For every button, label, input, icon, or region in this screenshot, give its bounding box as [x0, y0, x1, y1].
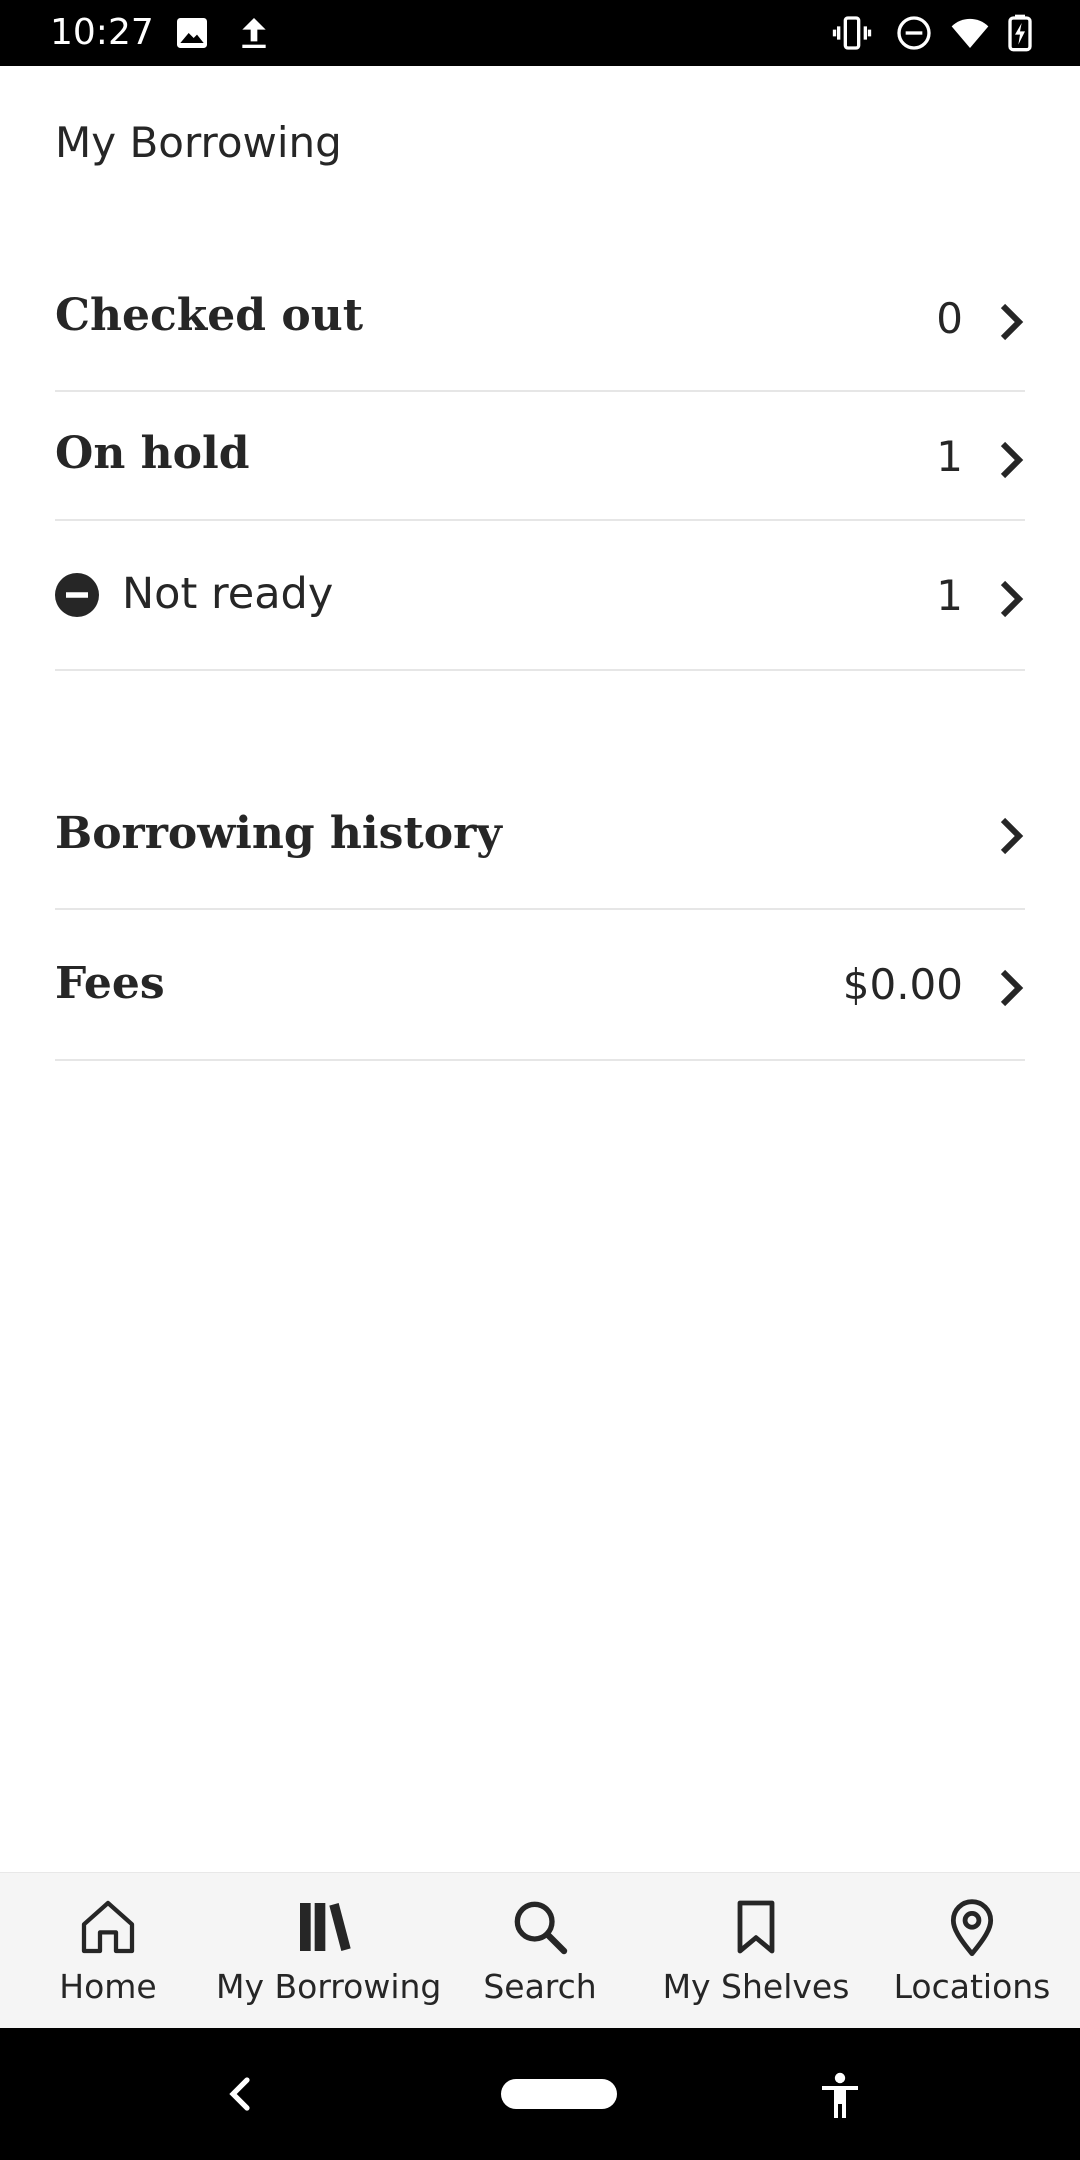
- fees-amount: $0.00: [842, 960, 963, 1009]
- checked-out-row[interactable]: Checked out 0: [55, 260, 1025, 392]
- image-icon: [177, 18, 207, 48]
- nav-search[interactable]: Search: [432, 1873, 648, 2029]
- on-hold-label: On hold: [55, 428, 250, 479]
- location-pin-icon: [950, 1899, 994, 1957]
- page-title: My Borrowing: [55, 118, 342, 167]
- bookmark-icon: [737, 1900, 775, 1954]
- home-pill-icon[interactable]: [500, 2078, 618, 2110]
- chevron-right-icon: [1000, 580, 1024, 618]
- checked-out-count: 0: [936, 294, 963, 343]
- accessibility-icon[interactable]: [816, 2070, 864, 2122]
- vibrate-icon: [832, 16, 872, 50]
- borrowing-history-label: Borrowing history: [55, 808, 502, 859]
- do-not-disturb-icon: [897, 16, 931, 50]
- wifi-icon: [951, 18, 989, 48]
- nav-home[interactable]: Home: [0, 1873, 216, 2029]
- chevron-right-icon: [1000, 303, 1024, 341]
- back-icon[interactable]: [224, 2074, 254, 2114]
- divider: [55, 1059, 1025, 1061]
- nav-my-shelves-label: My Shelves: [662, 1967, 850, 2006]
- home-icon: [81, 1900, 135, 1954]
- nav-my-borrowing[interactable]: My Borrowing: [216, 1873, 442, 2029]
- on-hold-row[interactable]: On hold 1: [55, 392, 1025, 521]
- minus-circle-icon: [55, 573, 99, 617]
- divider: [55, 669, 1025, 671]
- chevron-right-icon: [1000, 817, 1024, 855]
- search-icon: [514, 1901, 568, 1955]
- on-hold-count: 1: [936, 432, 963, 481]
- nav-locations[interactable]: Locations: [864, 1873, 1080, 2029]
- checked-out-label: Checked out: [55, 290, 364, 341]
- nav-my-borrowing-label: My Borrowing: [216, 1967, 442, 2006]
- upload-icon: [242, 18, 266, 48]
- bottom-nav: Home My Borrowing Search My Shelves Loca…: [0, 1872, 1080, 2028]
- battery-charging-icon: [1008, 14, 1032, 52]
- nav-home-label: Home: [59, 1967, 157, 2006]
- not-ready-label: Not ready: [122, 569, 334, 619]
- not-ready-count: 1: [936, 571, 963, 620]
- fees-label: Fees: [55, 958, 165, 1009]
- chevron-right-icon: [1000, 441, 1024, 479]
- chevron-right-icon: [1000, 969, 1024, 1007]
- not-ready-row[interactable]: Not ready 1: [55, 521, 1025, 671]
- nav-locations-label: Locations: [893, 1967, 1051, 2006]
- borrowing-history-row[interactable]: Borrowing history: [55, 760, 1025, 910]
- status-time: 10:27: [50, 12, 154, 53]
- nav-my-shelves[interactable]: My Shelves: [648, 1873, 864, 2029]
- system-nav-bar: [0, 2028, 1080, 2160]
- fees-row[interactable]: Fees $0.00: [55, 910, 1025, 1061]
- nav-search-label: Search: [483, 1967, 597, 2006]
- status-bar: 10:27: [0, 0, 1080, 66]
- books-icon: [300, 1903, 351, 1951]
